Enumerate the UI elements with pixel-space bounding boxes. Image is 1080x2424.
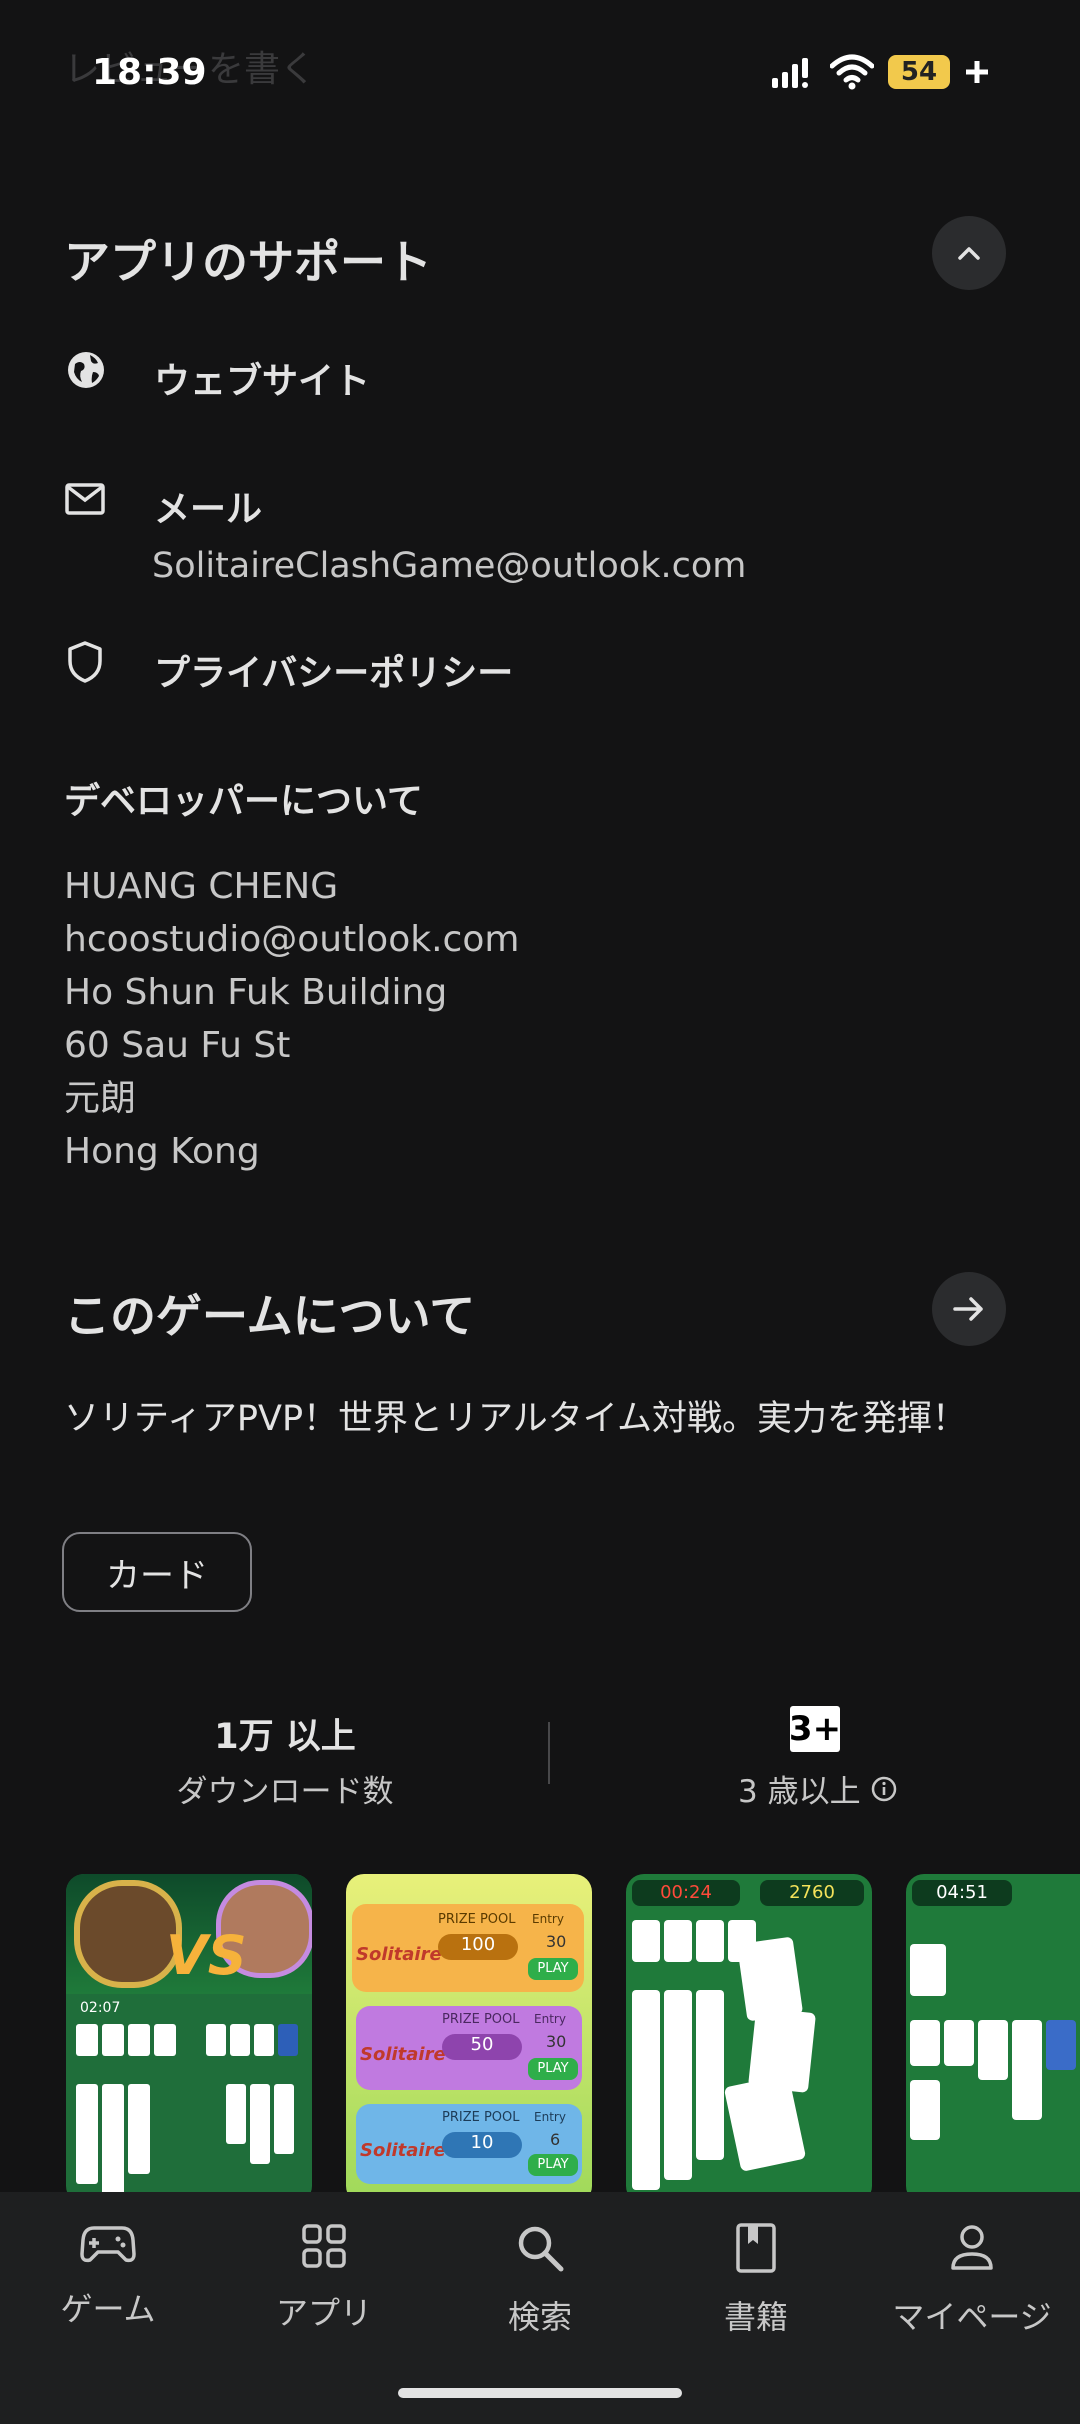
nav-my-page[interactable]: マイページ bbox=[864, 2222, 1080, 2338]
card-tableau-right bbox=[206, 2024, 306, 2204]
developer-address-line: 元朗 bbox=[64, 1078, 137, 1119]
nav-label: 検索 bbox=[507, 2298, 572, 2336]
play-button: PLAY bbox=[528, 1958, 578, 1980]
entry-label: Entry bbox=[534, 2110, 566, 2124]
developer-address-line: 60 Sau Fu St bbox=[64, 1025, 291, 1066]
entry-label: Entry bbox=[534, 2012, 566, 2026]
apps-grid-icon bbox=[302, 2224, 346, 2268]
entry-label: Entry bbox=[532, 1912, 564, 1926]
card-tableau bbox=[910, 1930, 1080, 2190]
age-rating-row[interactable]: 3 歳以上 bbox=[738, 1766, 897, 1811]
screenshot-2[interactable]: Solitaire PRIZE POOL 100 Entry 30 PLAY S… bbox=[346, 1874, 592, 2204]
game-description: ソリティアPVP！世界とリアルタイム対戦。実力を発揮！ bbox=[64, 1399, 968, 1439]
developer-info: HUANG CHENG hcoostudio@outlook.com Ho Sh… bbox=[64, 860, 519, 1178]
nav-label: マイページ bbox=[892, 2298, 1052, 2336]
solitaire-logo: Solitaire bbox=[360, 2140, 446, 2161]
card-tableau-left bbox=[76, 2024, 184, 2204]
status-time: 18:39 bbox=[92, 52, 207, 93]
prize-pool-label: PRIZE POOL bbox=[442, 2012, 520, 2027]
person-icon bbox=[951, 2225, 993, 2270]
developer-address-line: Hong Kong bbox=[64, 1131, 260, 1172]
status-icons: 54 bbox=[770, 54, 990, 90]
arrow-right-icon bbox=[953, 1297, 983, 1321]
solitaire-logo: Solitaire bbox=[360, 2044, 446, 2065]
card-tableau bbox=[632, 1920, 868, 2200]
developer-name: HUANG CHENG bbox=[64, 866, 339, 907]
entry-value: 30 bbox=[546, 1932, 567, 1951]
prize-card-3: Solitaire PRIZE POOL 10 Entry 6 PLAY bbox=[356, 2104, 582, 2184]
age-rating-label: 3 歳以上 bbox=[738, 1774, 861, 1810]
developer-email: hcoostudio@outlook.com bbox=[64, 919, 520, 960]
downloads-label: ダウンロード数 bbox=[176, 1774, 394, 1810]
stats-divider bbox=[548, 1722, 550, 1784]
email-label: メール bbox=[154, 489, 263, 530]
collapse-button[interactable] bbox=[932, 216, 1006, 290]
nav-label: 書籍 bbox=[723, 2298, 788, 2336]
chevron-up-icon bbox=[958, 247, 980, 260]
developer-title: デベロッパーについて bbox=[64, 781, 423, 822]
screenshot-3[interactable]: 00:24 2760 bbox=[626, 1874, 872, 2204]
screenshot-1-timer: 02:07 bbox=[80, 2000, 121, 2016]
privacy-policy-label: プライバシーポリシー bbox=[154, 653, 514, 694]
globe-icon bbox=[68, 352, 104, 388]
prize-pool-label: PRIZE POOL bbox=[442, 2110, 520, 2125]
wifi-icon bbox=[830, 54, 874, 90]
screenshot-3-timer: 00:24 bbox=[632, 1880, 740, 1906]
nav-label: ゲーム bbox=[60, 2290, 156, 2328]
info-icon bbox=[871, 1776, 896, 1801]
prize-value: 100 bbox=[438, 1934, 518, 1960]
about-title: このゲームについて bbox=[64, 1289, 476, 1343]
shield-icon bbox=[68, 641, 102, 683]
vs-label: VS bbox=[166, 1924, 247, 1987]
email-value: SolitaireClashGame@outlook.com bbox=[152, 546, 747, 586]
nav-search[interactable]: 検索 bbox=[432, 2222, 648, 2338]
age-rating-badge: 3+ bbox=[789, 1706, 841, 1752]
home-indicator[interactable] bbox=[398, 2388, 682, 2398]
prize-value: 10 bbox=[442, 2132, 522, 2158]
battery-icon: 54 bbox=[888, 55, 950, 89]
signal-icon bbox=[772, 58, 808, 88]
screenshot-4[interactable]: 04:51 bbox=[906, 1874, 1080, 2204]
charging-plus-icon bbox=[966, 61, 988, 83]
prize-value: 50 bbox=[442, 2034, 522, 2060]
nav-apps[interactable]: アプリ bbox=[216, 2222, 432, 2334]
prize-card-1: Solitaire PRIZE POOL 100 Entry 30 PLAY bbox=[352, 1904, 584, 1992]
downloads-value: 1万 以上 bbox=[214, 1717, 356, 1757]
entry-value: 30 bbox=[546, 2032, 567, 2051]
nav-label: アプリ bbox=[275, 2294, 372, 2332]
nav-games[interactable]: ゲーム bbox=[0, 2222, 216, 2330]
screenshot-4-timer: 04:51 bbox=[912, 1880, 1012, 1906]
support-title: アプリのサポート bbox=[64, 235, 432, 289]
about-more-button[interactable] bbox=[932, 1272, 1006, 1346]
play-button: PLAY bbox=[528, 2154, 578, 2176]
book-icon bbox=[736, 2223, 776, 2273]
mail-icon bbox=[65, 483, 105, 515]
website-label: ウェブサイト bbox=[154, 361, 371, 402]
play-button: PLAY bbox=[528, 2058, 578, 2080]
solitaire-logo: Solitaire bbox=[356, 1944, 442, 1965]
entry-value: 6 bbox=[550, 2130, 561, 2149]
gamepad-icon bbox=[80, 2226, 136, 2263]
screenshot-1[interactable]: VS 02:07 bbox=[66, 1874, 312, 2204]
prize-card-2: Solitaire PRIZE POOL 50 Entry 30 PLAY bbox=[356, 2006, 582, 2090]
screenshot-3-score: 2760 bbox=[760, 1880, 864, 1906]
search-icon bbox=[518, 2226, 564, 2272]
category-chip[interactable]: カード bbox=[62, 1532, 252, 1612]
developer-address-line: Ho Shun Fuk Building bbox=[64, 972, 448, 1013]
nav-books[interactable]: 書籍 bbox=[648, 2222, 864, 2338]
prize-pool-label: PRIZE POOL bbox=[438, 1912, 516, 1927]
